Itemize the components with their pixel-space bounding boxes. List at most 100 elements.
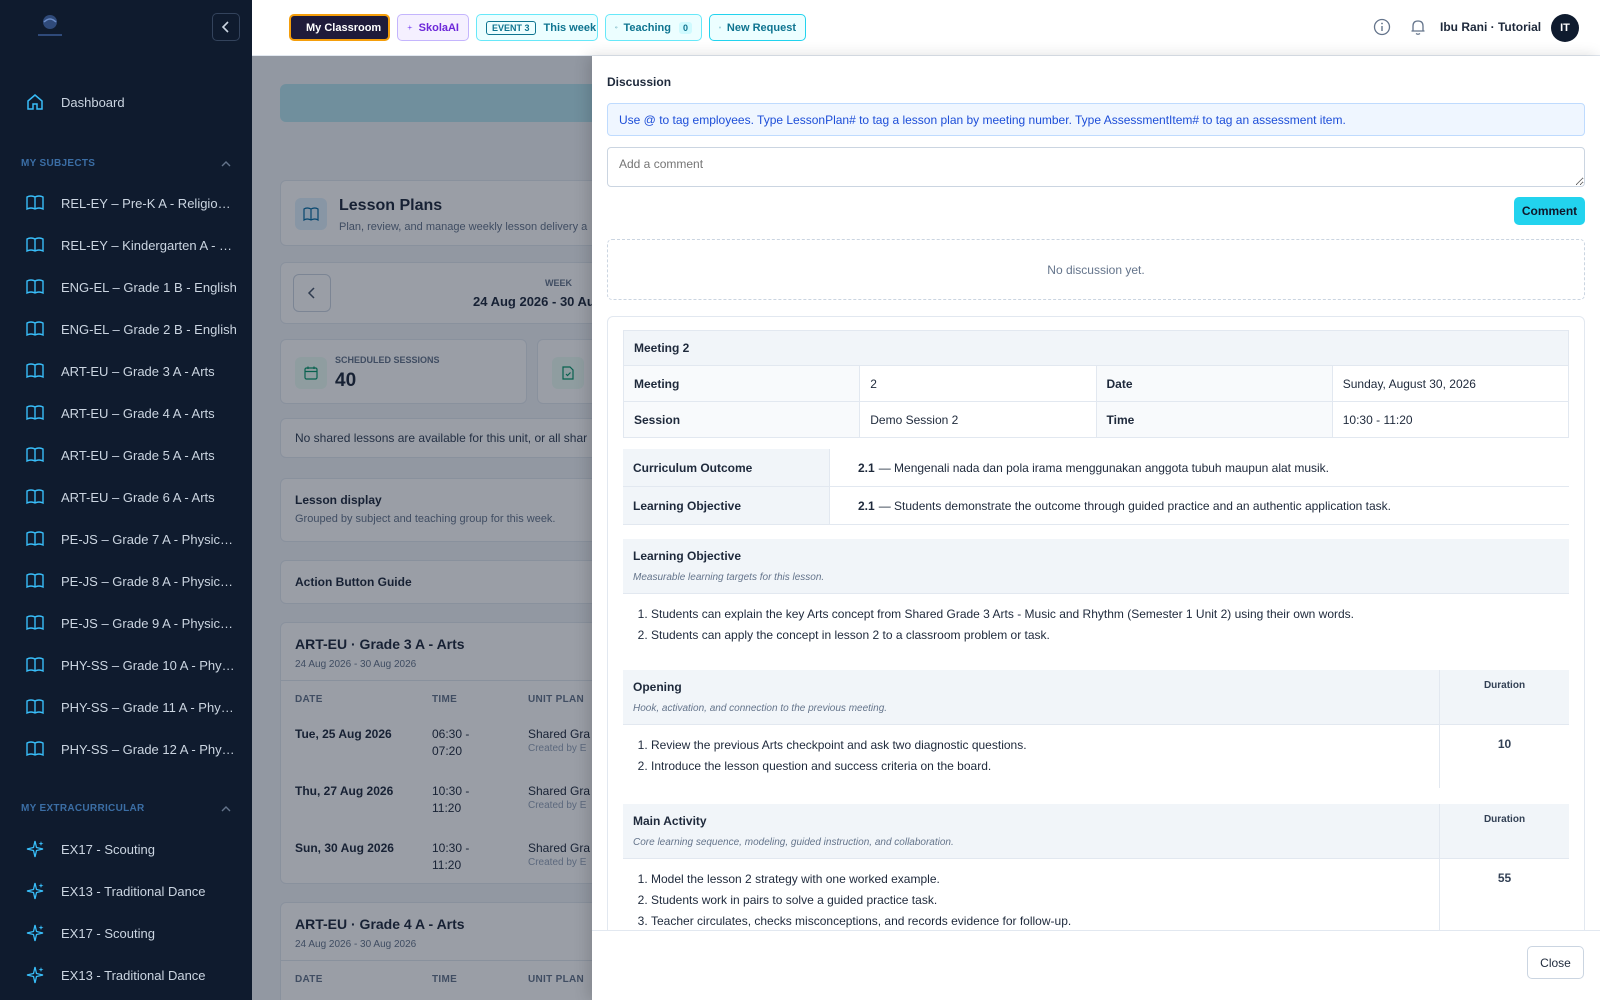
- sidebar-item-subject[interactable]: REL-EY – Kindergarten A - Reli...: [0, 227, 252, 263]
- bell-icon[interactable]: [1409, 18, 1427, 36]
- learning-objective-label: Learning Objective: [623, 487, 830, 524]
- meeting-number-value: 2: [859, 366, 1095, 401]
- opening-list: Review the previous Arts checkpoint and …: [623, 725, 1439, 777]
- sparkle-icon: [26, 924, 44, 942]
- chevron-up-icon: [221, 805, 231, 811]
- section-title: Main Activity: [633, 814, 707, 828]
- teaching-button[interactable]: Teaching 0: [605, 14, 702, 41]
- comment-input[interactable]: [607, 147, 1585, 187]
- sidebar-item-subject[interactable]: PHY-SS – Grade 11 A - Physics: [0, 689, 252, 725]
- new-request-label: New Request: [726, 21, 796, 34]
- main-activity-list: Model the lesson 2 strategy with one wor…: [623, 859, 1439, 930]
- main-duration-value: 55: [1439, 859, 1569, 930]
- book-icon: [26, 615, 44, 631]
- sidebar-item-label: REL-EY – Kindergarten A - Reli...: [61, 237, 237, 253]
- sidebar-item-label: EX17 - Scouting: [61, 925, 155, 941]
- sidebar-item-extracurricular[interactable]: EX13 - Traditional Dance: [0, 873, 252, 909]
- sidebar-item-subject[interactable]: PHY-SS – Grade 10 A - Physics: [0, 647, 252, 683]
- no-discussion-text: No discussion yet.: [1047, 262, 1145, 277]
- book-icon: [26, 489, 44, 505]
- sidebar-item-extracurricular[interactable]: EX17 - Scouting: [0, 831, 252, 867]
- date-value: Sunday, August 30, 2026: [1331, 366, 1569, 401]
- book-icon: [26, 657, 44, 673]
- new-request-button[interactable]: New Request: [709, 14, 806, 41]
- sidebar-item-label: ART-EU – Grade 5 A - Arts: [61, 447, 215, 463]
- discussion-title: Discussion: [607, 75, 672, 89]
- event-label: This week: [543, 21, 597, 34]
- sidebar-item-subject[interactable]: ENG-EL – Grade 2 B - English: [0, 311, 252, 347]
- sidebar-item-label: PE-JS – Grade 8 A - Physical E...: [61, 573, 237, 589]
- top-bar: My Classroom SkolaAI EVENT 3 This week T…: [252, 0, 1600, 56]
- learning-objective-list: Students can explain the key Arts concep…: [623, 594, 1569, 646]
- sidebar-item-subject[interactable]: ART-EU – Grade 4 A - Arts: [0, 395, 252, 431]
- objective-text: — Students demonstrate the outcome throu…: [878, 498, 1392, 513]
- section-header-my-subjects[interactable]: MY SUBJECTS: [21, 158, 231, 169]
- list-item: Review the previous Arts checkpoint and …: [651, 735, 1429, 756]
- sidebar-item-subject[interactable]: ART-EU – Grade 3 A - Arts: [0, 353, 252, 389]
- chevron-left-icon: [221, 21, 229, 33]
- sidebar-item-label: PHY-SS – Grade 12 A - Physics: [61, 741, 237, 757]
- school-logo-icon: [32, 12, 68, 40]
- drawer-content[interactable]: Discussion Use @ to tag employees. Type …: [592, 56, 1600, 930]
- close-button[interactable]: Close: [1527, 946, 1584, 979]
- book-icon: [26, 699, 44, 715]
- opening-duration-value: 10: [1439, 725, 1569, 788]
- sidebar-item-subject[interactable]: ART-EU – Grade 6 A - Arts: [0, 479, 252, 515]
- drawer-footer: Close: [592, 930, 1600, 1000]
- outcome-objective-table: Curriculum Outcome 2.1— Mengenali nada d…: [623, 449, 1569, 525]
- event-this-week-button[interactable]: EVENT 3 This week: [476, 14, 598, 41]
- sidebar-item-subject[interactable]: REL-EY – Pre-K A - Religious a...: [0, 185, 252, 221]
- sidebar-item-subject[interactable]: PE-JS – Grade 7 A - Physical E...: [0, 521, 252, 557]
- time-label: Time: [1095, 402, 1332, 437]
- sidebar-item-subject[interactable]: PHY-SS – Grade 12 A - Physics: [0, 731, 252, 767]
- sidebar-item-label: ENG-EL – Grade 1 B - English: [61, 279, 237, 295]
- session-value: Demo Session 2: [859, 402, 1095, 437]
- comment-button[interactable]: Comment: [1514, 197, 1585, 225]
- objective-code: 2.1: [858, 498, 875, 513]
- section-title: Learning Objective: [633, 549, 742, 563]
- user-name[interactable]: Ibu Rani · Tutorial: [1440, 20, 1541, 34]
- meeting-number-label: Meeting: [623, 366, 860, 401]
- opening-section: Opening Hook, activation, and connection…: [623, 670, 1569, 788]
- modal-overlay[interactable]: [252, 56, 592, 1000]
- discussion-hint-text: Use @ to tag employees. Type LessonPlan#…: [619, 112, 1346, 127]
- book-icon: [26, 573, 44, 589]
- date-label: Date: [1095, 366, 1332, 401]
- meeting-card: Meeting 2 Meeting 2 Date Sunday, August …: [607, 316, 1585, 930]
- time-value: 10:30 - 11:20: [1331, 402, 1569, 437]
- list-item: Model the lesson 2 strategy with one wor…: [651, 869, 1429, 890]
- sidebar-item-subject[interactable]: PE-JS – Grade 8 A - Physical E...: [0, 563, 252, 599]
- sidebar-item-subject[interactable]: PE-JS – Grade 9 A - Physical E...: [0, 605, 252, 641]
- sidebar-item-extracurricular[interactable]: EX13 - Traditional Dance: [0, 957, 252, 993]
- section-description: Measurable learning targets for this les…: [633, 572, 825, 583]
- discussion-hint: Use @ to tag employees. Type LessonPlan#…: [607, 103, 1585, 136]
- section-header-my-extracurricular[interactable]: MY EXTRACURRICULAR: [21, 803, 231, 814]
- skolaai-button[interactable]: SkolaAI: [397, 14, 469, 41]
- sparkle-icon: [26, 882, 44, 900]
- duration-label: Duration: [1439, 670, 1569, 724]
- list-item: Introduce the lesson question and succes…: [651, 756, 1429, 777]
- info-icon[interactable]: [1373, 18, 1391, 36]
- list-item: Students can apply the concept in lesson…: [651, 625, 1559, 646]
- sidebar-item-extracurricular[interactable]: EX17 - Scouting: [0, 915, 252, 951]
- my-classroom-label: My Classroom: [306, 21, 382, 34]
- book-icon: [26, 405, 44, 421]
- sidebar-item-dashboard[interactable]: Dashboard: [0, 84, 252, 120]
- sidebar-item-label: ART-EU – Grade 6 A - Arts: [61, 489, 215, 505]
- event-tag: EVENT 3: [486, 20, 536, 35]
- teaching-label: Teaching: [623, 21, 671, 34]
- section-title: Opening: [633, 680, 682, 694]
- sidebar-item-label: Dashboard: [61, 94, 125, 110]
- collapse-sidebar-button[interactable]: [212, 13, 240, 41]
- no-discussion-placeholder: No discussion yet.: [607, 239, 1585, 300]
- my-classroom-button[interactable]: My Classroom: [289, 14, 390, 41]
- sidebar-item-subject[interactable]: ENG-EL – Grade 1 B - English: [0, 269, 252, 305]
- book-icon: [26, 321, 44, 337]
- sidebar-item-subject[interactable]: ART-EU – Grade 5 A - Arts: [0, 437, 252, 473]
- book-icon: [26, 237, 44, 253]
- sparkle-icon: [26, 840, 44, 858]
- teaching-count-badge: 0: [678, 21, 692, 34]
- avatar[interactable]: IT: [1551, 14, 1579, 42]
- meeting-header: Meeting 2: [623, 330, 1569, 366]
- book-icon: [26, 741, 44, 757]
